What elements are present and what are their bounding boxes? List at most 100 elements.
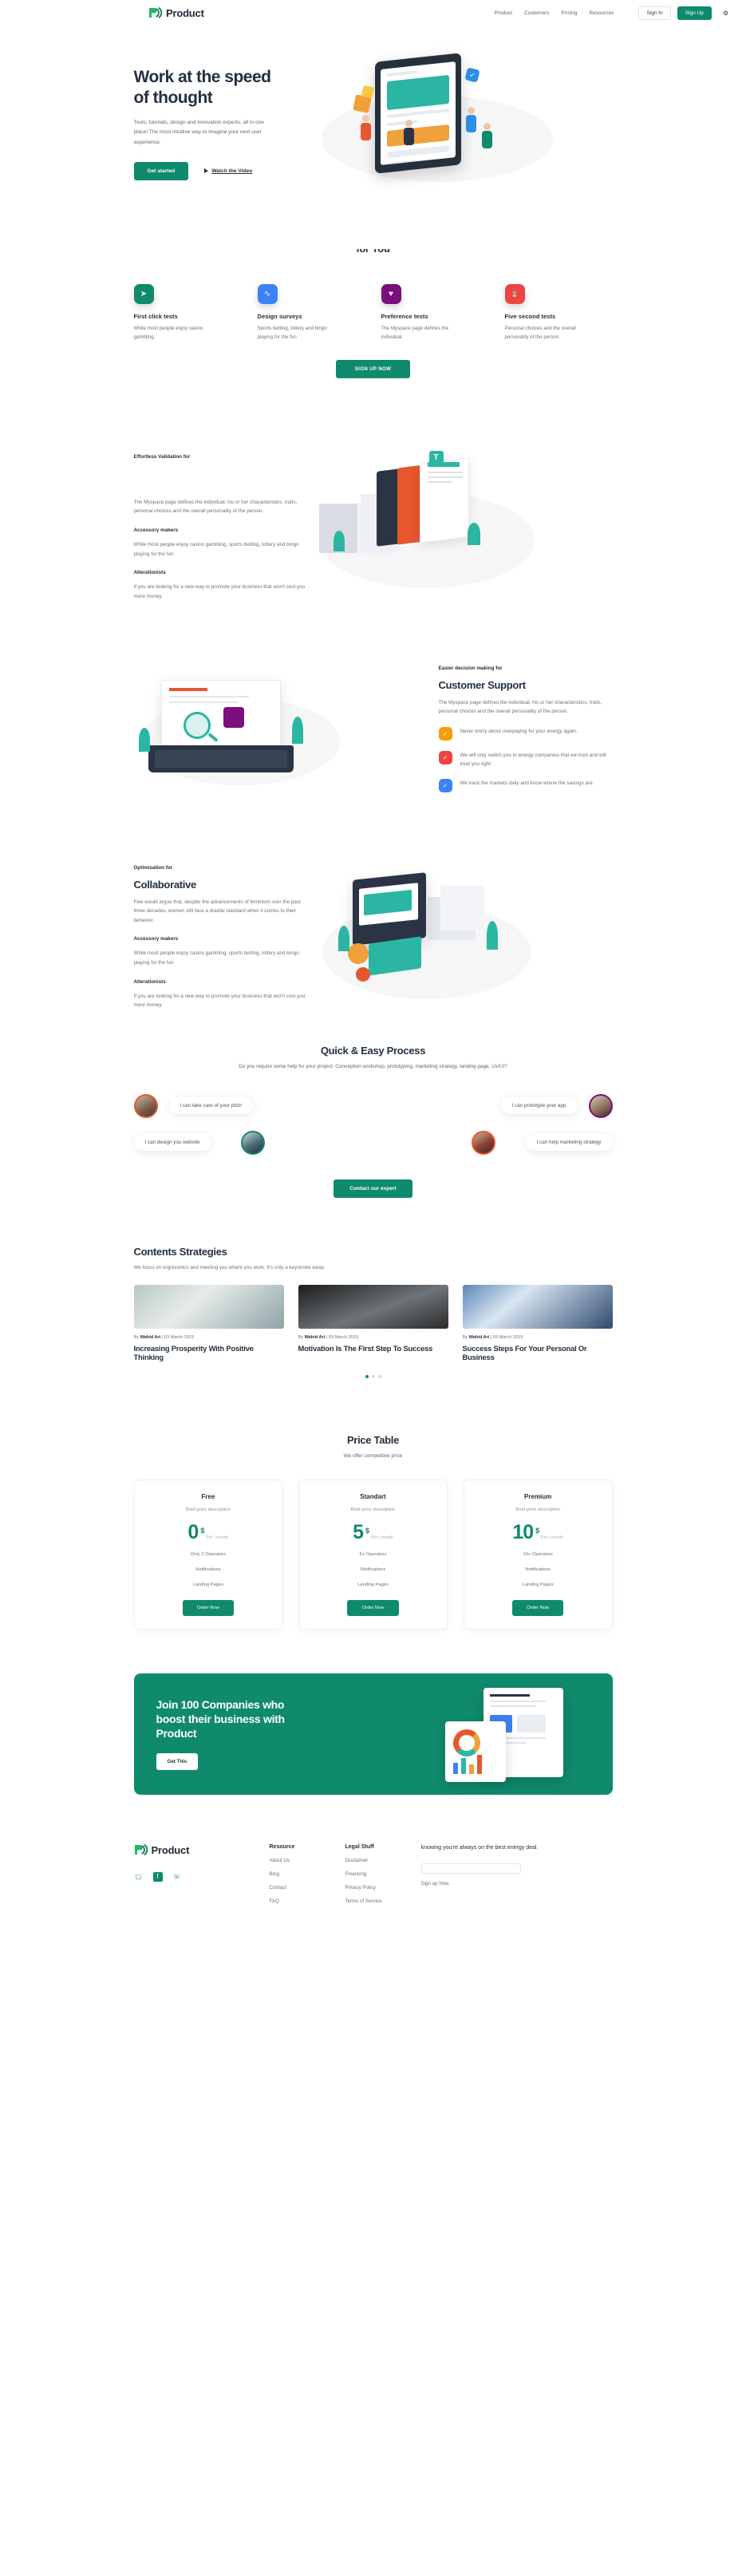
watch-video-label: Watch the Video (211, 168, 253, 174)
feature-title: First click tests (133, 313, 178, 320)
footer-link-about-us[interactable]: About Us (270, 1858, 345, 1863)
newsletter-signup-label[interactable]: Sign up Now (421, 1881, 541, 1887)
plan-period: Per / month (541, 1535, 564, 1540)
newsletter-email-input[interactable] (420, 1863, 521, 1875)
check-icon: ✓ (438, 726, 452, 741)
plan-currency: $ (535, 1526, 540, 1535)
footer-link-terms-of-service[interactable]: Terms of Service (345, 1898, 421, 1904)
blog-card[interactable]: By Wahid Ari | 03 March 2019 Success Ste… (462, 1284, 613, 1363)
features-heading-clipped: for You (134, 249, 613, 262)
get-this-button[interactable]: Get This (156, 1753, 199, 1771)
gear-icon[interactable]: ⚙ (723, 10, 728, 17)
order-now-button[interactable]: Order Now (347, 1599, 399, 1616)
plan-name: Free (201, 1493, 215, 1501)
order-now-button[interactable]: Order Now (512, 1599, 564, 1616)
contact-expert-button[interactable]: Contact our expert (334, 1179, 412, 1198)
plan-name: Premium (524, 1493, 552, 1501)
sign-in-button[interactable]: Sign In (638, 6, 671, 20)
support-section: Easier decision making for Customer Supp… (134, 602, 613, 801)
blog-image (298, 1284, 448, 1329)
validation-copy: Effortless Validation for The Myspace pa… (134, 454, 308, 602)
plan-amount: 5 (353, 1521, 364, 1544)
footer-socials: ▢ f ☏ (134, 1871, 270, 1882)
process-bubble-3[interactable]: I can design you website (133, 1134, 211, 1152)
blog-title[interactable]: Motivation Is The First Step To Success (298, 1344, 448, 1353)
collaborative-illustration (308, 865, 613, 1013)
nav-links: Product Customers Pricing Resources Sign… (495, 6, 728, 20)
top-navigation-bar: Product Product Customers Pricing Resour… (0, 0, 746, 26)
feature-card: ⌛ Five second tests Personal choices and… (504, 284, 613, 342)
sign-up-now-button[interactable]: SIGN UP NOW (335, 359, 411, 378)
check-icon: ✓ (438, 779, 452, 793)
heart-icon: ♥ (381, 284, 401, 304)
feature-text: While most people enjoy casino gambling. (133, 326, 203, 340)
process-subtitle: Do you require some help for your projec… (239, 1063, 507, 1069)
order-now-button[interactable]: Order Now (182, 1599, 234, 1616)
nav-link-customers[interactable]: Customers (524, 10, 549, 16)
instagram-icon[interactable]: ▢ (134, 1872, 144, 1882)
support-check-text: Never worry about overpaying for your en… (460, 728, 578, 734)
blog-card[interactable]: By Wahid Ari | 03 March 2019 Increasing … (133, 1284, 284, 1363)
cursor-icon: ➤ (133, 284, 154, 304)
plan-name: Standart (360, 1493, 386, 1501)
whatsapp-icon[interactable]: ☏ (172, 1872, 182, 1882)
blog-title[interactable]: Increasing Prosperity With Positive Thin… (134, 1344, 284, 1363)
plan-period: Per / month (371, 1535, 393, 1540)
product-logo-icon (148, 7, 163, 18)
blog-image (462, 1284, 613, 1329)
collaborative-section: Optimisation for Collaborative Few would… (134, 801, 613, 1013)
footer-link-privacy-policy[interactable]: Privacy Policy (345, 1885, 421, 1891)
get-started-button[interactable]: Get started (133, 161, 189, 180)
plan-feature: Notifications (360, 1567, 386, 1572)
blog-author: Wahid Ari (468, 1334, 490, 1340)
cta-heading: Join 100 Companies who boost their busin… (156, 1697, 308, 1741)
plan-feature: Landing Pages (522, 1582, 554, 1587)
blog-heading: Contents Strategies (133, 1245, 227, 1258)
footer-link-blog[interactable]: Blog (270, 1871, 345, 1877)
footer: Product ▢ f ☏ Resource About Us Blog Con… (134, 1795, 613, 1936)
pricing-card-standart: Standart Brief price description 5 $ Per… (298, 1480, 448, 1630)
pricing-section: Price Table We offer competitive price F… (133, 1378, 613, 1630)
cta-heading-line-2: boost their business with (156, 1712, 286, 1725)
nav-link-resources[interactable]: Resources (589, 10, 614, 16)
blog-card[interactable]: By Wahid Ari | 03 March 2019 Motivation … (298, 1284, 448, 1363)
process-bubble-4[interactable]: I can help marketing strategy (525, 1134, 613, 1152)
facebook-icon[interactable]: f (152, 1871, 163, 1882)
cta-heading-line-1: Join 100 Companies who (156, 1697, 285, 1711)
sign-up-button[interactable]: Sign Up (677, 6, 712, 20)
blog-date: 03 March 2019 (164, 1334, 195, 1340)
footer-column-resource: Resource About Us Blog Contact FAQ (270, 1844, 345, 1904)
brand-logo[interactable]: Product (148, 7, 204, 19)
footer-link-contact[interactable]: Contact (270, 1885, 345, 1891)
collaborative-sub1-title: Accessory makers (133, 936, 179, 942)
watch-video-link[interactable]: Watch the Video (204, 168, 252, 174)
support-check-item: ✓ We will only switch you to energy comp… (438, 750, 613, 769)
collaborative-eyebrow: Optimisation for (133, 864, 173, 871)
collaborative-sub2-title: Alterationists (133, 978, 166, 985)
plan-amount: 0 (187, 1521, 199, 1544)
blog-date: 03 March 2019 (328, 1334, 359, 1340)
footer-brand-logo[interactable]: Product (134, 1844, 270, 1856)
support-check-item: ✓ We track the markets daily and know wh… (438, 779, 613, 793)
footer-link-disclaimer[interactable]: Disclaimer (345, 1858, 421, 1863)
plan-feature: Landing Pages (192, 1582, 224, 1587)
pricing-grid: Free Brief price description 0 $ Per / m… (133, 1480, 613, 1630)
plan-feature: 5+ Operators (359, 1551, 387, 1557)
hero-title-line-2: of thought (133, 88, 213, 107)
feature-card: ➤ First click tests While most people en… (133, 284, 242, 342)
nav-link-pricing[interactable]: Pricing (562, 10, 578, 16)
blog-grid: By Wahid Ari | 03 March 2019 Increasing … (133, 1284, 613, 1363)
support-heading: Customer Support (438, 678, 527, 691)
process-bubble-1[interactable]: I can take care of your pitch (168, 1097, 253, 1115)
blog-title[interactable]: Success Steps For Your Personal Or Busin… (463, 1344, 613, 1363)
validation-sub2-title: Alterationists (133, 570, 166, 576)
collaborative-sub1-text: While most people enjoy casino gambling,… (133, 950, 299, 966)
feature-title: Preference tests (381, 313, 428, 320)
cta-illustration (444, 1687, 581, 1782)
footer-link-financing[interactable]: Financing (345, 1871, 421, 1877)
footer-link-faq[interactable]: FAQ (270, 1898, 345, 1904)
collaborative-heading: Collaborative (133, 878, 197, 891)
process-bubble-2[interactable]: I can prototype your app (500, 1097, 578, 1115)
hero-person-left (360, 115, 371, 140)
nav-link-product[interactable]: Product (495, 10, 512, 16)
